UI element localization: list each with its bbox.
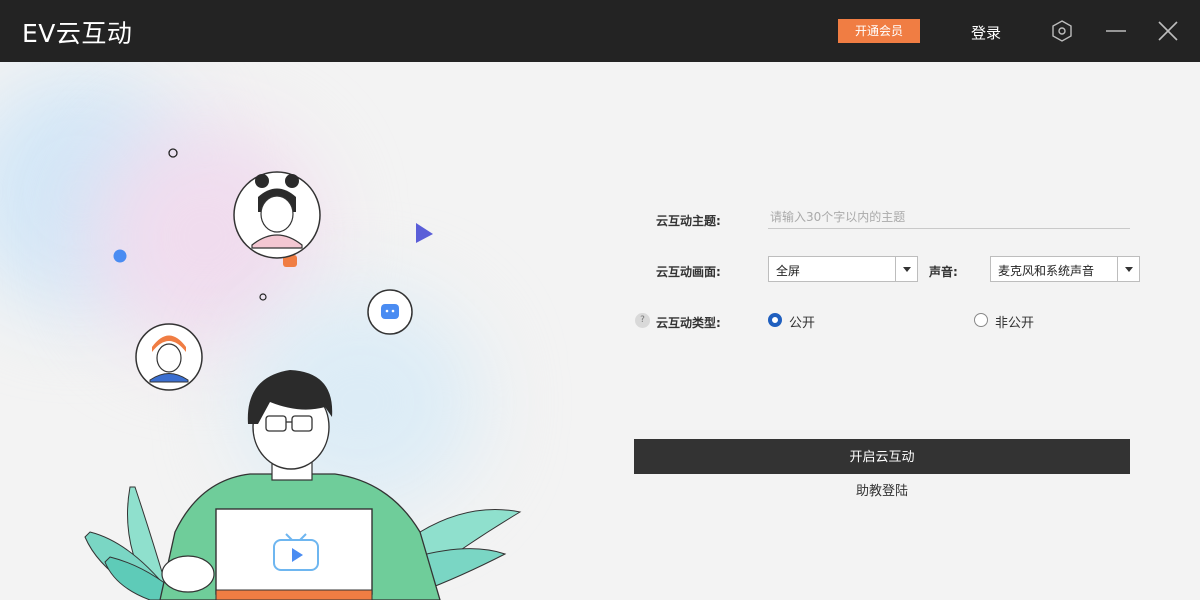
avatar-woman-icon: [233, 171, 321, 259]
radio-public[interactable]: [768, 313, 782, 327]
chevron-down-icon[interactable]: [1117, 257, 1139, 281]
screen-label: 云互动画面:: [656, 265, 721, 279]
type-label: 云互动类型:: [656, 316, 721, 330]
sound-label: 声音:: [929, 265, 958, 279]
login-button[interactable]: 登录: [971, 22, 1001, 43]
vip-button[interactable]: 开通会员: [838, 19, 920, 43]
settings-hexagon-icon[interactable]: [1049, 18, 1075, 44]
assistant-login-link[interactable]: 助教登陆: [634, 480, 1130, 499]
help-icon[interactable]: ?: [635, 313, 650, 328]
app-title: EV云互动: [22, 19, 133, 48]
chevron-down-icon[interactable]: [895, 257, 917, 281]
minimize-icon[interactable]: [1103, 18, 1129, 44]
radio-private-label[interactable]: 非公开: [995, 312, 1034, 331]
radio-public-label[interactable]: 公开: [789, 312, 815, 331]
title-bar: EV云互动 开通会员 登录: [0, 0, 1200, 62]
sound-select-value: 麦克风和系统声音: [998, 264, 1095, 278]
close-icon[interactable]: [1155, 18, 1181, 44]
topic-input[interactable]: [768, 205, 1130, 229]
radio-private[interactable]: [974, 313, 988, 327]
avatar-man-icon: [135, 323, 203, 391]
screen-select-value: 全屏: [776, 264, 801, 278]
start-interaction-button[interactable]: 开启云互动: [634, 439, 1130, 474]
chat-bubble-icon: [367, 289, 413, 335]
screen-select[interactable]: 全屏: [768, 256, 918, 282]
topic-label: 云互动主题:: [656, 214, 721, 228]
sound-select[interactable]: 麦克风和系统声音: [990, 256, 1140, 282]
illustration: [84, 148, 522, 600]
main-content: 云互动主题: 云互动画面: 全屏 声音: 麦克风和系统声音 ? 云互动类型: 公…: [0, 62, 1200, 600]
